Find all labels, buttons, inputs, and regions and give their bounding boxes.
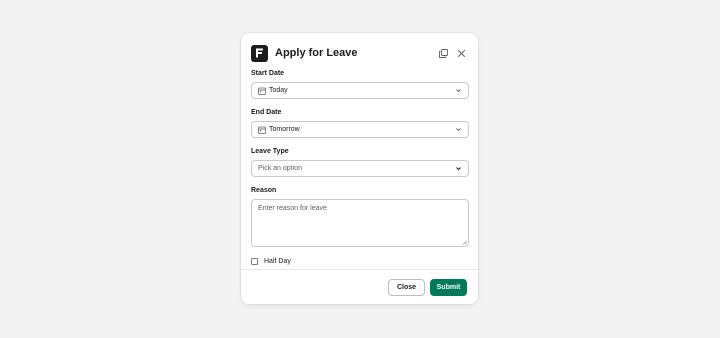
- half-day-checkbox[interactable]: [251, 257, 258, 265]
- calendar-icon: [258, 126, 266, 134]
- app-logo-icon: [251, 44, 268, 62]
- calendar-icon: [258, 87, 266, 95]
- resize-handle-icon[interactable]: [462, 240, 467, 245]
- half-day-label: Half Day: [264, 257, 291, 265]
- popout-icon[interactable]: [436, 46, 450, 60]
- chevron-down-icon: [455, 126, 462, 133]
- chevron-down-icon: [455, 87, 462, 94]
- modal-title: Apply for Leave: [275, 47, 358, 59]
- start-date-value: Today: [269, 87, 288, 94]
- half-day-row: Half Day: [251, 256, 469, 266]
- footer-divider: [241, 269, 478, 270]
- end-date-label: End Date: [251, 109, 282, 116]
- reason-placeholder: Enter reason for leave: [258, 205, 327, 212]
- start-date-picker[interactable]: Today: [251, 82, 469, 99]
- start-date-label: Start Date: [251, 70, 285, 77]
- chevron-down-icon: [455, 165, 462, 172]
- close-button[interactable]: Close: [388, 279, 425, 296]
- reason-textarea[interactable]: Enter reason for leave: [251, 199, 469, 247]
- end-date-picker[interactable]: Tomorrow: [251, 121, 469, 138]
- leave-type-select[interactable]: Pick an option: [251, 160, 469, 177]
- modal-footer: Close Submit: [388, 279, 467, 296]
- modal-body: Start Date Today End Date Tomorrow Leave…: [251, 69, 469, 266]
- modal-header: Apply for Leave: [251, 39, 468, 67]
- apply-leave-modal: Apply for Leave Start Date Today End Dat…: [241, 33, 478, 304]
- close-icon[interactable]: [454, 46, 468, 60]
- end-date-value: Tomorrow: [269, 126, 300, 133]
- submit-button[interactable]: Submit: [430, 279, 467, 296]
- leave-type-label: Leave Type: [251, 148, 289, 155]
- leave-type-placeholder: Pick an option: [258, 165, 302, 172]
- reason-label: Reason: [251, 187, 277, 194]
